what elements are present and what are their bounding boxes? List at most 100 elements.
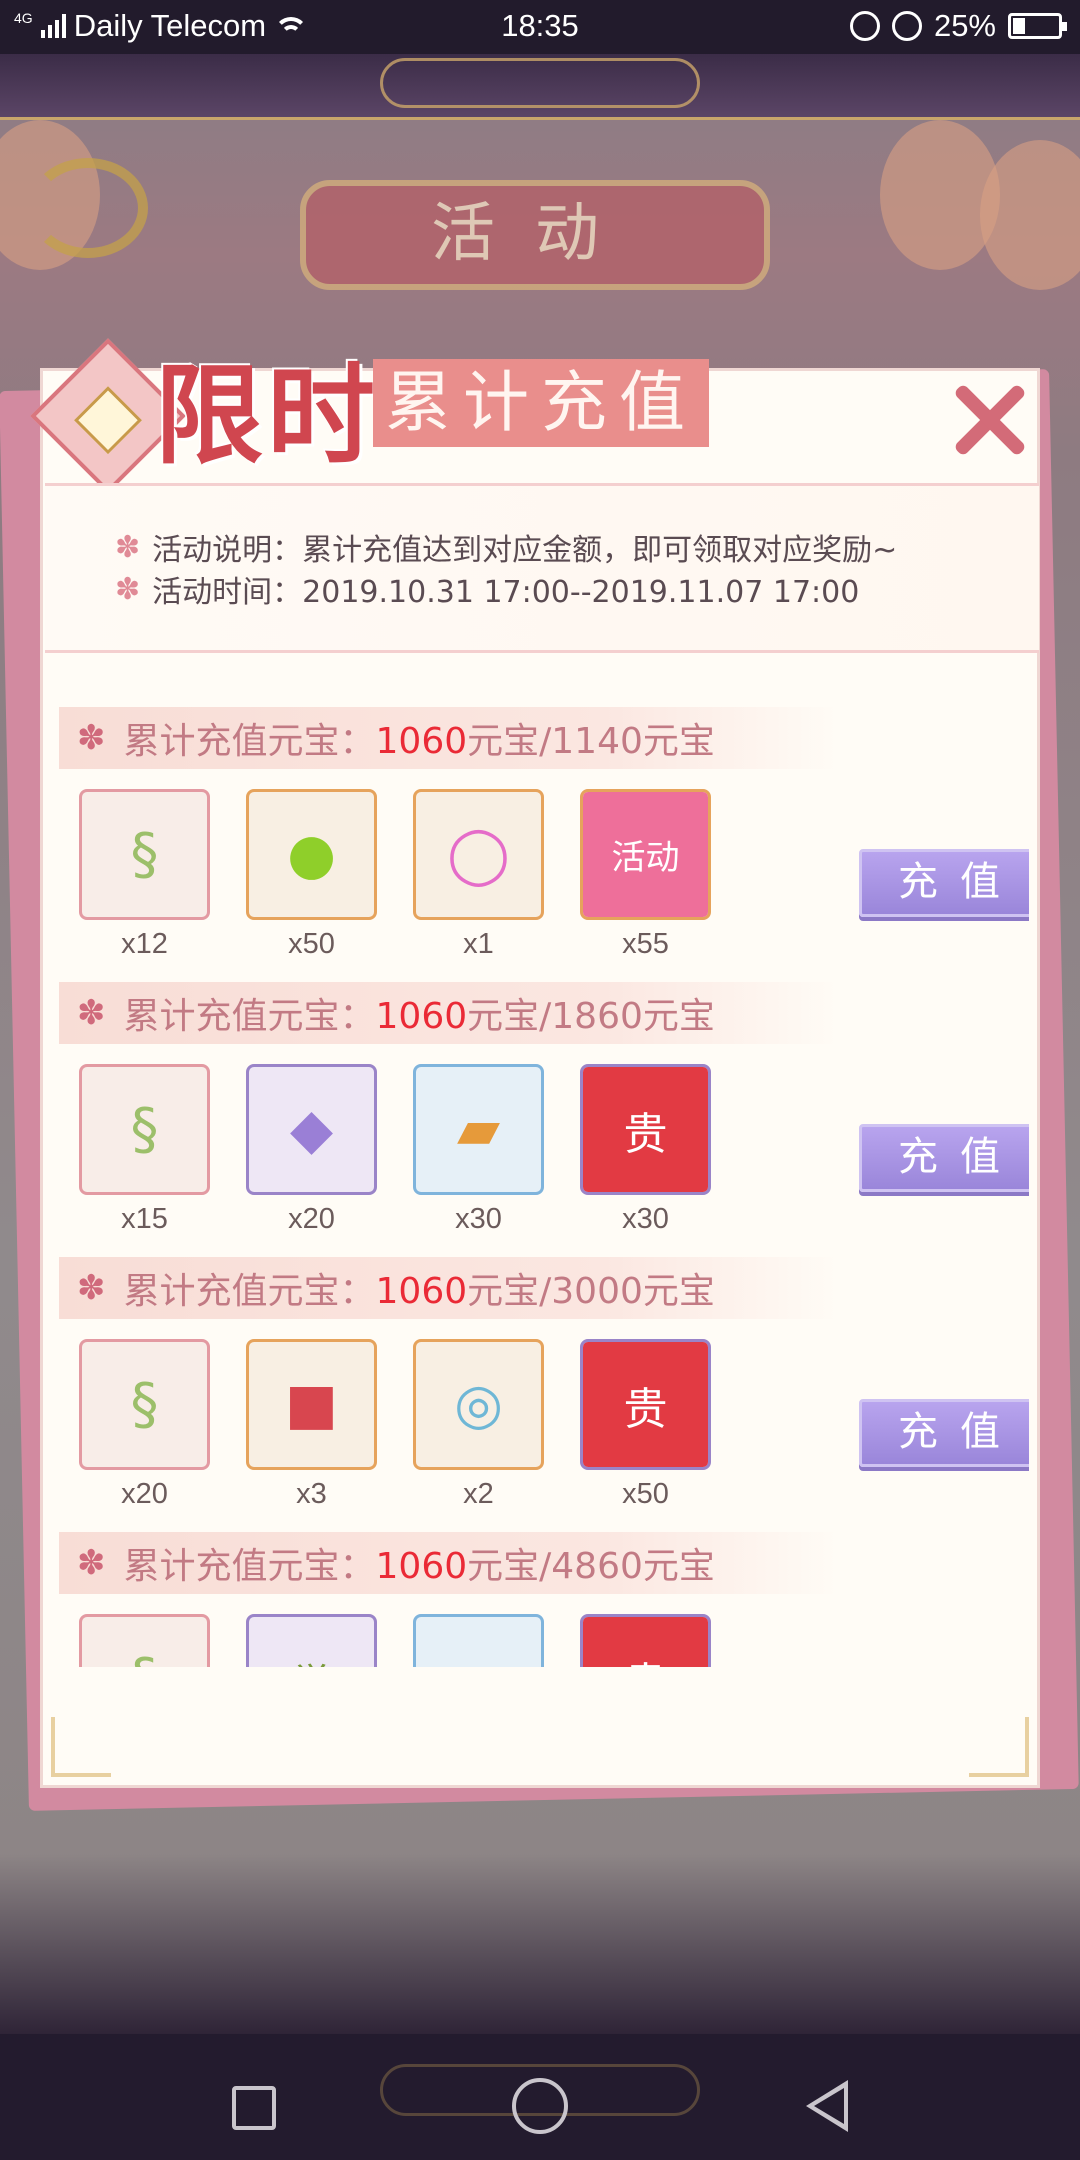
reward-item[interactable]: 贵 x30 [580, 1064, 711, 1236]
flower-icon: ✽ [77, 993, 106, 1033]
recent-apps-icon[interactable] [232, 2086, 276, 2130]
recharge-dialog: 限时 累计充值 ✽ 活动说明：累计充值达到对应金额，即可领取对应奖励~ ✽ 活动… [30, 338, 1043, 1788]
flower-icon: ✽ [77, 718, 106, 758]
info-description-text: 活动说明：累计充值达到对应金额，即可领取对应奖励~ [152, 533, 898, 568]
recharge-button[interactable]: 充值 [859, 1399, 1029, 1467]
alarm-icon [891, 11, 922, 41]
reward-item[interactable]: ◯ x1 [413, 789, 544, 961]
tier-header: ✽ 累计充值元宝：1060元宝/4860元宝 [59, 1532, 839, 1594]
item-count: x30 [622, 1203, 669, 1235]
reward-item[interactable]: ◎ x2 [413, 1339, 544, 1511]
red-envelope-icon: 贵 [580, 1064, 711, 1195]
page-title: 活动 [300, 180, 770, 290]
reward-item[interactable]: § x15 [79, 1064, 210, 1236]
jade-pendant-icon: § [79, 789, 210, 920]
reward-items: § 觉 ▰ 贵 [79, 1614, 711, 1667]
tier-target: 元宝/1140元宝 [467, 721, 715, 762]
tier-progress: 累计充值元宝：1060元宝/1860元宝 [124, 987, 715, 1039]
item-count: x12 [121, 928, 168, 960]
red-envelope-label: 贵 [583, 1067, 708, 1192]
status-bar: 4G Daily Telecom 18:35 25% [0, 0, 1080, 54]
reward-item[interactable]: ● x50 [246, 789, 377, 961]
tier-current: 1060 [375, 996, 468, 1037]
item-count: x30 [455, 1203, 502, 1235]
awaken-label: 觉 [249, 1617, 374, 1668]
item-count: x20 [121, 1478, 168, 1510]
reward-item[interactable]: 贵 [580, 1614, 711, 1667]
tier-label: 累计充值元宝： [123, 721, 376, 762]
home-icon[interactable] [512, 2078, 568, 2134]
back-arrow-icon[interactable] [28, 158, 148, 258]
flower-icon: ✽ [115, 529, 141, 565]
tier-target: 元宝/1860元宝 [467, 996, 715, 1037]
item-count: x50 [288, 928, 335, 960]
info-description: ✽ 活动说明：累计充值达到对应金额，即可领取对应奖励~ [115, 526, 1039, 569]
red-envelope-label: 贵 [583, 1342, 708, 1467]
tier-label: 累计充值元宝： [123, 1546, 376, 1587]
tier-target: 元宝/4860元宝 [467, 1546, 715, 1587]
reward-tier: ✽ 累计充值元宝：1060元宝/3000元宝 § x20 ■ x3 ◎ x2 贵 [59, 1257, 1029, 1532]
activity-card-label: 活动 [583, 792, 708, 917]
jade-ring-icon: ◎ [413, 1339, 544, 1470]
item-count: x1 [463, 928, 494, 960]
flower-icon: ✽ [115, 571, 141, 607]
tier-current: 1060 [375, 1271, 468, 1312]
reward-item[interactable]: 活动 x55 [580, 789, 711, 961]
battery-percent: 25% [933, 8, 996, 43]
reward-item[interactable]: § [79, 1614, 210, 1667]
item-count: x15 [121, 1203, 168, 1235]
item-count: x50 [622, 1478, 669, 1510]
info-time-text: 活动时间：2019.10.31 17:00--2019.11.07 17:00 [152, 575, 860, 610]
red-envelope-icon: 贵 [580, 1339, 711, 1470]
dialog-header: 限时 累计充值 [30, 338, 1043, 494]
close-button[interactable] [935, 369, 1035, 469]
back-icon[interactable] [806, 2080, 848, 2132]
reward-item[interactable]: ▰ [413, 1614, 544, 1667]
reward-item[interactable]: ◆ x20 [246, 1064, 377, 1236]
knot-ornament [380, 58, 700, 108]
reward-item[interactable]: ■ x3 [246, 1339, 377, 1511]
tier-progress: 累计充值元宝：1060元宝/4860元宝 [124, 1537, 715, 1589]
flower-icon: ✽ [77, 1543, 106, 1583]
flower-icon: ✽ [77, 1268, 106, 1308]
battery-icon [1008, 13, 1067, 39]
activity-card-icon: 活动 [580, 789, 711, 920]
top-ornament [0, 54, 1080, 120]
tier-header: ✽ 累计充值元宝：1060元宝/1860元宝 [59, 982, 839, 1044]
item-count: x20 [288, 1203, 335, 1235]
status-right: 25% [849, 8, 1067, 44]
tier-progress: 累计充值元宝：1060元宝/3000元宝 [124, 1262, 715, 1314]
reward-tier: ✽ 累计充值元宝：1060元宝/1140元宝 § x12 ● x50 ◯ x1 … [59, 707, 1029, 982]
jade-pendant-icon: § [79, 1614, 210, 1667]
red-envelope-icon: 贵 [580, 1614, 711, 1667]
jade-pendant-icon: § [79, 1339, 210, 1470]
dialog-title-sub: 累计充值 [373, 359, 709, 447]
tier-target: 元宝/3000元宝 [467, 1271, 715, 1312]
reward-item[interactable]: § x20 [79, 1339, 210, 1511]
dialog-title-main: 限时 [155, 353, 380, 479]
item-count: x55 [622, 928, 669, 960]
red-envelope-label: 贵 [583, 1617, 708, 1667]
reward-items: § x12 ● x50 ◯ x1 活动 x55 [79, 789, 711, 961]
tier-header: ✽ 累计充值元宝：1060元宝/1140元宝 [59, 707, 839, 769]
recharge-button[interactable]: 充值 [859, 849, 1029, 917]
green-orb-icon: ● [246, 789, 377, 920]
reward-item[interactable]: ▰ x30 [413, 1064, 544, 1236]
reward-item[interactable]: 贵 x50 [580, 1339, 711, 1511]
reward-tier: ✽ 累计充值元宝：1060元宝/1860元宝 § x15 ◆ x20 ▰ x30… [59, 982, 1029, 1257]
tier-label: 累计充值元宝： [123, 1271, 376, 1312]
tier-current: 1060 [375, 721, 468, 762]
reward-tier-list[interactable]: ✽ 累计充值元宝：1060元宝/1140元宝 § x12 ● x50 ◯ x1 … [59, 707, 1029, 1667]
pink-bracelet-icon: ◯ [413, 789, 544, 920]
jade-pendant-icon: § [79, 1064, 210, 1195]
tier-label: 累计充值元宝： [123, 996, 376, 1037]
tier-current: 1060 [375, 1546, 468, 1587]
tier-progress: 累计充值元宝：1060元宝/1140元宝 [124, 712, 715, 764]
reward-item[interactable]: 觉 [246, 1614, 377, 1667]
reward-item[interactable]: § x12 [79, 789, 210, 961]
info-time: ✽ 活动时间：2019.10.31 17:00--2019.11.07 17:0… [115, 568, 1039, 611]
recharge-button[interactable]: 充值 [859, 1124, 1029, 1192]
item-count: x3 [296, 1478, 327, 1510]
reward-items: § x15 ◆ x20 ▰ x30 贵 x30 [79, 1064, 711, 1236]
activity-info: ✽ 活动说明：累计充值达到对应金额，即可领取对应奖励~ ✽ 活动时间：2019.… [45, 483, 1039, 653]
